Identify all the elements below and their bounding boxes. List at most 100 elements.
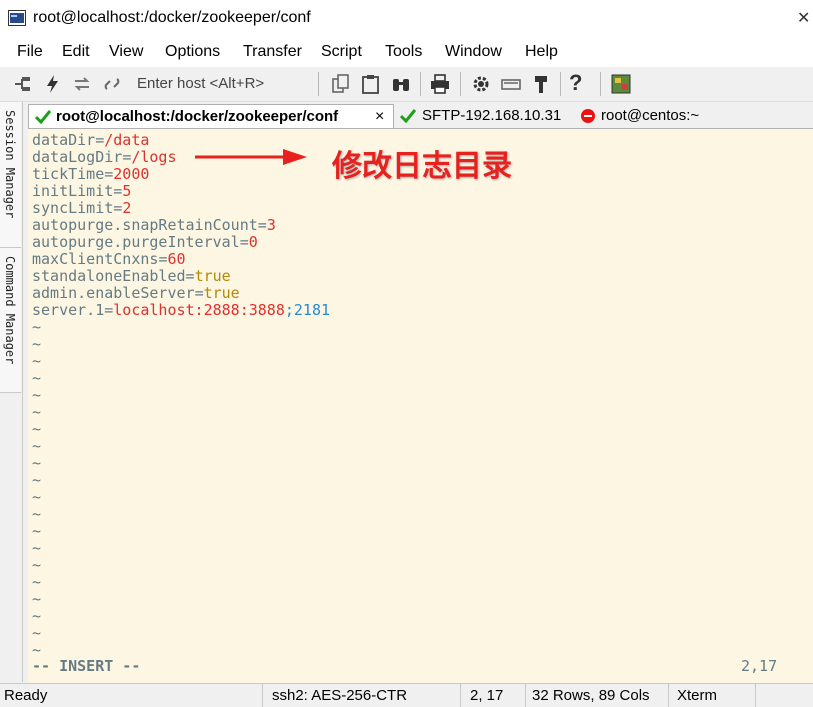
config-key: dataDir xyxy=(32,131,96,149)
config-equals: = xyxy=(113,199,123,217)
config-value: 5 xyxy=(122,182,132,200)
status-divider xyxy=(460,684,461,707)
empty-line-marker: ~ xyxy=(32,539,42,557)
copy-icon[interactable] xyxy=(330,73,352,95)
config-value: true xyxy=(194,267,231,285)
command-manager-tab[interactable]: Command Manager xyxy=(0,248,21,393)
config-key: autopurge.purgeInterval xyxy=(32,233,240,251)
reconnect-icon[interactable] xyxy=(71,73,93,95)
config-value: localhost:2888:3888 xyxy=(113,301,285,319)
config-equals: = xyxy=(95,131,105,149)
toolbar-separator xyxy=(600,72,601,96)
status-divider xyxy=(755,684,756,707)
toolbar-separator xyxy=(460,72,461,96)
config-equals: = xyxy=(257,216,267,234)
status-divider xyxy=(262,684,263,707)
terminal-editor[interactable]: dataDir=/data dataLogDir=/logs tickTime=20… xyxy=(28,128,813,683)
session-tab-bar: root@localhost:/docker/zookeeper/conf × … xyxy=(24,102,813,129)
help-icon[interactable]: ? xyxy=(569,70,582,96)
config-key: tickTime xyxy=(32,165,105,183)
session-manager-icon[interactable] xyxy=(610,73,632,95)
toolbar-separator xyxy=(420,72,421,96)
status-ready: Ready xyxy=(4,687,48,704)
empty-line-marker: ~ xyxy=(32,522,42,540)
menu-edit[interactable]: Edit xyxy=(62,43,90,61)
config-equals: = xyxy=(113,182,123,200)
config-equals: = xyxy=(104,165,114,183)
config-line: autopurge.snapRetainCount=3 xyxy=(32,217,276,234)
status-bar: Ready ssh2: AES-256-CTR 2, 17 32 Rows, 8… xyxy=(0,683,813,707)
menu-script[interactable]: Script xyxy=(321,43,362,61)
toolbar-separator xyxy=(560,72,561,96)
config-key: syncLimit xyxy=(32,199,114,217)
quick-connect-icon[interactable] xyxy=(42,73,64,95)
config-line: tickTime=2000 xyxy=(32,166,149,183)
empty-line-marker: ~ xyxy=(32,488,42,506)
menu-tools[interactable]: Tools xyxy=(385,43,422,61)
config-value: 60 xyxy=(167,250,186,268)
config-line: initLimit=5 xyxy=(32,183,131,200)
toolbar: Enter host <Alt+R> ? xyxy=(0,67,813,102)
empty-line-marker: ~ xyxy=(32,352,42,370)
paste-icon[interactable] xyxy=(360,73,382,95)
window-close-button[interactable]: ✕ xyxy=(797,8,810,28)
config-line: admin.enableServer=true xyxy=(32,285,240,302)
config-extra-value: 2181 xyxy=(293,301,331,319)
config-line: standaloneEnabled=true xyxy=(32,268,231,285)
cursor-position: 2,17 xyxy=(741,657,778,675)
config-equals: = xyxy=(185,267,195,285)
connected-check-icon xyxy=(400,109,416,123)
config-key: initLimit xyxy=(32,182,114,200)
find-icon[interactable] xyxy=(390,73,412,95)
config-line: server.1=localhost:2888:3888;2181 xyxy=(32,302,330,319)
menu-view[interactable]: View xyxy=(109,43,143,61)
config-key: server.1 xyxy=(32,301,105,319)
menu-window[interactable]: Window xyxy=(445,43,502,61)
config-equals: = xyxy=(122,148,132,166)
status-terminal-type: Xterm xyxy=(677,687,718,704)
menu-transfer[interactable]: Transfer xyxy=(243,43,302,61)
key-agent-icon[interactable] xyxy=(530,73,552,95)
config-value: 2 xyxy=(122,199,132,217)
config-key: dataLogDir xyxy=(32,148,123,166)
disconnected-icon xyxy=(581,109,595,123)
config-line: dataLogDir=/logs xyxy=(32,149,177,166)
config-line: dataDir=/data xyxy=(32,132,149,149)
toolbar-separator xyxy=(318,72,319,96)
config-separator: ; xyxy=(284,301,294,319)
keymap-icon[interactable] xyxy=(500,73,522,95)
settings-gear-icon[interactable] xyxy=(470,73,492,95)
tab-session-localhost[interactable]: root@localhost:/docker/zookeeper/conf × xyxy=(28,104,394,129)
config-value: true xyxy=(203,284,240,302)
annotation-text: 修改日志目录 xyxy=(332,149,512,184)
menu-help[interactable]: Help xyxy=(525,43,558,61)
menu-options[interactable]: Options xyxy=(165,43,220,61)
tab-session-sftp[interactable]: SFTP-192.168.10.31 xyxy=(394,104,574,128)
config-key: autopurge.snapRetainCount xyxy=(32,216,258,234)
connect-icon[interactable] xyxy=(12,73,34,95)
config-equals: = xyxy=(194,284,204,302)
print-icon[interactable] xyxy=(429,73,451,95)
empty-line-marker: ~ xyxy=(32,369,42,387)
config-value: 3 xyxy=(266,216,276,234)
config-line: syncLimit=2 xyxy=(32,200,131,217)
tab-session-centos[interactable]: root@centos:~ xyxy=(576,104,736,128)
menu-file[interactable]: File xyxy=(17,43,43,61)
disconnect-icon[interactable] xyxy=(101,73,123,95)
terminal-app-icon xyxy=(8,10,26,26)
enter-host-field[interactable]: Enter host <Alt+R> xyxy=(137,75,264,92)
window-title: root@localhost:/docker/zookeeper/conf xyxy=(33,9,311,26)
session-manager-tab[interactable]: Session Manager xyxy=(0,102,21,248)
empty-line-marker: ~ xyxy=(32,607,42,625)
tab-close-icon[interactable]: × xyxy=(375,108,384,126)
empty-line-marker: ~ xyxy=(32,318,42,336)
empty-line-marker: ~ xyxy=(32,335,42,353)
config-equals: = xyxy=(239,233,249,251)
empty-line-marker: ~ xyxy=(32,437,42,455)
status-divider xyxy=(525,684,526,707)
annotation-arrow xyxy=(195,149,307,165)
empty-line-marker: ~ xyxy=(32,403,42,421)
config-key: standaloneEnabled xyxy=(32,267,186,285)
empty-line-marker: ~ xyxy=(32,505,42,523)
config-key: admin.enableServer xyxy=(32,284,195,302)
